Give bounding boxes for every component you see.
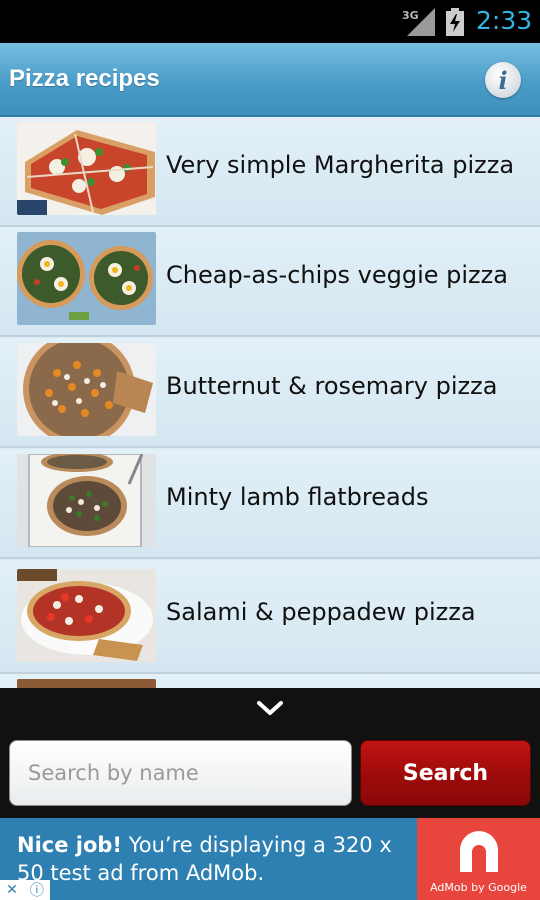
recipe-item[interactable]: Cheap-as-chips veggie pizza	[0, 227, 540, 337]
ad-controls: ✕ ⓘ	[0, 880, 50, 900]
search-button[interactable]: Search	[360, 740, 531, 806]
admob-logo-icon	[460, 831, 498, 872]
recipe-thumbnail	[17, 679, 156, 688]
recipe-title: Butternut & rosemary pizza	[166, 372, 498, 400]
signal-icon	[407, 8, 435, 36]
recipe-thumbnail	[17, 454, 156, 547]
ad-lead: Nice job!	[17, 833, 123, 857]
ad-close-icon[interactable]: ✕	[6, 882, 18, 898]
recipe-item[interactable]: Very simple Margherita pizza	[0, 117, 540, 227]
search-footer: Search	[0, 688, 540, 818]
recipe-item[interactable]	[0, 674, 540, 688]
recipe-title: Very simple Margherita pizza	[166, 151, 515, 179]
battery-charging-icon	[446, 8, 464, 36]
status-time: 2:33	[476, 6, 533, 35]
recipe-title: Cheap-as-chips veggie pizza	[166, 261, 508, 289]
recipe-item[interactable]: Salami & peppadew pizza	[0, 560, 540, 674]
info-button[interactable]: i	[485, 62, 521, 98]
recipe-item[interactable]: Butternut & rosemary pizza	[0, 338, 540, 448]
chevron-down-icon[interactable]	[256, 700, 284, 718]
status-bar: 3G 2:33	[0, 0, 540, 43]
app-title: Pizza recipes	[9, 65, 160, 92]
ad-banner[interactable]: Nice job! You’re displaying a 320 x 50 t…	[0, 818, 540, 900]
recipe-thumbnail	[17, 122, 156, 215]
recipe-thumbnail	[17, 343, 156, 436]
info-icon: i	[498, 65, 508, 95]
ad-text: Nice job! You’re displaying a 320 x 50 t…	[17, 831, 417, 887]
search-input[interactable]	[9, 740, 352, 806]
recipe-item[interactable]: Minty lamb flatbreads	[0, 449, 540, 559]
recipe-thumbnail	[17, 232, 156, 325]
recipe-title: Salami & peppadew pizza	[166, 598, 476, 626]
ad-logo-caption: AdMob by Google	[430, 881, 527, 894]
ad-info-icon[interactable]: ⓘ	[30, 880, 44, 900]
recipe-title: Minty lamb flatbreads	[166, 483, 429, 511]
recipe-thumbnail	[17, 569, 156, 662]
admob-logo[interactable]: AdMob by Google	[417, 818, 540, 900]
action-bar: Pizza recipes i	[0, 43, 540, 117]
recipe-list[interactable]: Very simple Margherita pizza Cheap-as-ch…	[0, 117, 540, 688]
